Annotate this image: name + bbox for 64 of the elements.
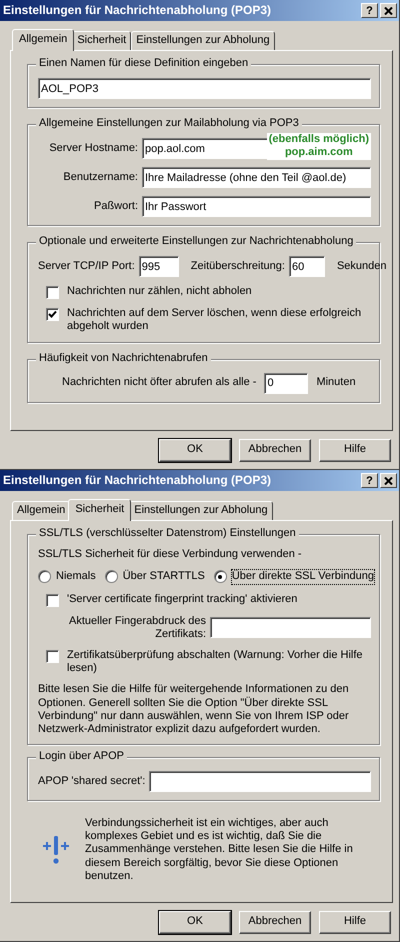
input-field[interactable] xyxy=(149,771,371,792)
checkbox[interactable] xyxy=(46,308,59,322)
help-button[interactable]: ? xyxy=(361,473,378,488)
tab[interactable]: Einstellungen zur Abholung xyxy=(131,31,275,50)
input-field[interactable]: 995 xyxy=(138,256,179,278)
radio-label: Über STARTTLS xyxy=(122,569,206,584)
tab[interactable]: Allgemein xyxy=(12,29,74,52)
input-field[interactable]: Ihre Mailadresse (ohne den Teil @aol.de) xyxy=(142,167,371,188)
dialog-button[interactable]: OK xyxy=(159,910,231,934)
checkbox-label: Nachrichten nur zählen, nicht abholen xyxy=(67,285,252,298)
field-label: Aktueller Fingerabdruck des Zertifikats: xyxy=(68,614,206,641)
dialog-button[interactable]: Abbrechen xyxy=(239,438,311,462)
group-title: Optionale und erweiterte Einstellungen zur Nachrichtenabholung xyxy=(36,235,356,248)
tab[interactable]: Sicherheit xyxy=(72,31,132,50)
dialog-button[interactable]: Abbrechen xyxy=(239,910,311,934)
checkbox-label: Nachrichten auf dem Server löschen, wenn diese erfolgreich abgeholt wurden xyxy=(67,307,362,334)
checkbox[interactable] xyxy=(46,286,59,300)
close-icon xyxy=(384,476,393,484)
checkbox-label: 'Server certificate fingerprint tracking' aktivieren xyxy=(67,592,298,606)
input-field[interactable]: Ihr Passwort xyxy=(142,196,371,218)
description-text: Bitte lesen Sie die Hilfe für weitergehende Informationen zu den Optionen. Generell sollten Sie die Option "Über direkte SSL Verbindung" nur dann auswählen, wenn Sie von Ihrem ISP oder Netzwerk-Administrator explizit dazu aufgefordert wurden. xyxy=(38,683,350,736)
dialog-button[interactable]: OK xyxy=(159,438,231,462)
field-label: APOP 'shared secret': xyxy=(38,774,146,788)
annotation-text: (ebenfalls möglich) xyxy=(268,133,369,146)
window-title: Einstellungen für Nachrichtenabholung (POP3) xyxy=(3,473,272,488)
group-title: SSL/TLS (verschlüsselter Datenstrom) Einstellungen xyxy=(36,527,299,540)
field-label: Nachrichten nicht öfter abrufen als alle - xyxy=(62,376,256,390)
annotation-text: pop.aim.com xyxy=(284,146,353,160)
group-title: Allgemeine Einstellungen zur Mailabholung via POP3 xyxy=(36,117,302,130)
checkbox-label: Zertifikatsüberprüfung abschalten (Warnung: Vorher die Hilfe lesen) xyxy=(67,648,364,676)
group-title: Einen Namen für diese Definition eingeben xyxy=(36,57,252,70)
help-button[interactable]: ? xyxy=(361,3,378,18)
field-label: Server Hostname: xyxy=(48,142,138,156)
radio-button[interactable] xyxy=(214,570,227,584)
input-field[interactable]: 0 xyxy=(264,372,308,394)
tab[interactable]: Einstellungen zur Abholung xyxy=(129,501,273,520)
close-button[interactable] xyxy=(380,3,397,18)
window-title: Einstellungen für Nachrichtenabholung (POP3) xyxy=(3,3,272,18)
radio-label: Über direkte SSL Verbindung xyxy=(230,569,375,585)
field-label: Benutzername: xyxy=(62,171,138,184)
group-title: Login über APOP xyxy=(36,750,128,764)
radio-button[interactable] xyxy=(104,570,118,584)
info-text: Verbindungssicherheit ist ein wichtiges, aber auch komplexes Gebiet und es ist wichtig, daß Sie die Zusammenhänge verstehen. Bitte lesen Sie die Hilfe in diesem Bereich sorgfältig, bevor Sie diese Optionen benutzen. xyxy=(85,817,354,883)
description-text: SSL/TLS Sicherheit für diese Verbindung verwenden - xyxy=(38,548,303,562)
field-label: Paßwort: xyxy=(92,200,138,214)
radio-button[interactable] xyxy=(38,570,51,584)
input-field[interactable]: 60 xyxy=(288,256,325,278)
exclamation-icon xyxy=(43,836,69,864)
field-label: Zeitüberschreitung: xyxy=(190,260,285,274)
radio-label: Niemals xyxy=(55,569,97,584)
close-button[interactable] xyxy=(380,473,397,488)
close-icon xyxy=(384,6,393,14)
dialog-button[interactable]: Hilfe xyxy=(319,438,391,462)
tab[interactable]: Sicherheit xyxy=(68,499,132,522)
field-label: Server TCP/IP Port: xyxy=(38,260,135,274)
dialog-button[interactable]: Hilfe xyxy=(319,910,391,934)
unit-label: Minuten xyxy=(316,376,356,390)
input-field[interactable]: AOL_POP3 xyxy=(38,78,371,100)
checkbox[interactable] xyxy=(46,650,59,663)
unit-label: Sekunden xyxy=(336,260,387,274)
group-title: Häufigkeit von Nachrichtenabrufen xyxy=(36,352,211,365)
input-field[interactable] xyxy=(210,617,371,638)
tab[interactable]: Allgemein xyxy=(12,501,70,520)
checkbox[interactable] xyxy=(46,594,59,607)
